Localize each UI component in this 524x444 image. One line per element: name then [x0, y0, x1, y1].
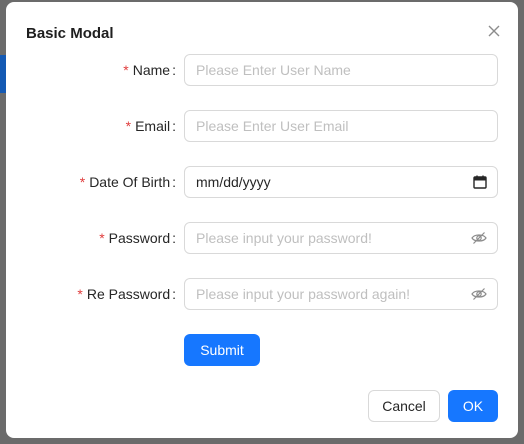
close-icon[interactable] — [484, 21, 504, 41]
name-field — [184, 54, 498, 86]
required-mark: * — [79, 174, 86, 190]
re-password-input[interactable] — [185, 279, 477, 309]
ok-button[interactable]: OK — [448, 390, 498, 422]
password-label: * Password: — [99, 230, 176, 246]
eye-invisible-icon[interactable] — [471, 231, 487, 245]
calendar-icon[interactable] — [473, 175, 487, 189]
name-label: * Name: — [123, 62, 176, 78]
form-row-name: * Name: — [6, 54, 518, 86]
email-label: * Email: — [125, 118, 176, 134]
required-mark: * — [123, 62, 129, 78]
modal-title: Basic Modal — [26, 25, 114, 42]
form-row-password: * Password: — [6, 222, 518, 254]
date-of-birth-label: * Date Of Birth: — [79, 174, 176, 190]
required-mark: * — [77, 286, 83, 302]
required-mark: * — [99, 230, 105, 246]
submit-button[interactable]: Submit — [184, 334, 260, 366]
eye-invisible-icon[interactable] — [471, 287, 487, 301]
password-input[interactable] — [185, 223, 477, 253]
re-password-label: * Re Password: — [77, 286, 176, 302]
password-field — [184, 222, 498, 254]
form-row-re-password: * Re Password: — [6, 278, 518, 310]
form-row-email: * Email: — [6, 110, 518, 142]
re-password-field — [184, 278, 498, 310]
basic-modal: Basic Modal *Name: *Email: *Date Of Birt… — [6, 2, 518, 438]
form-row-date-of-birth: * Date Of Birth: mm/dd/yyyy — [6, 166, 518, 198]
date-of-birth-value: mm/dd/yyyy — [196, 174, 271, 190]
date-of-birth-input[interactable]: mm/dd/yyyy — [184, 166, 498, 198]
cancel-button[interactable]: Cancel — [368, 390, 440, 422]
required-mark: * — [125, 118, 132, 134]
name-input[interactable] — [185, 55, 477, 85]
email-field — [184, 110, 498, 142]
email-input[interactable] — [185, 111, 477, 141]
